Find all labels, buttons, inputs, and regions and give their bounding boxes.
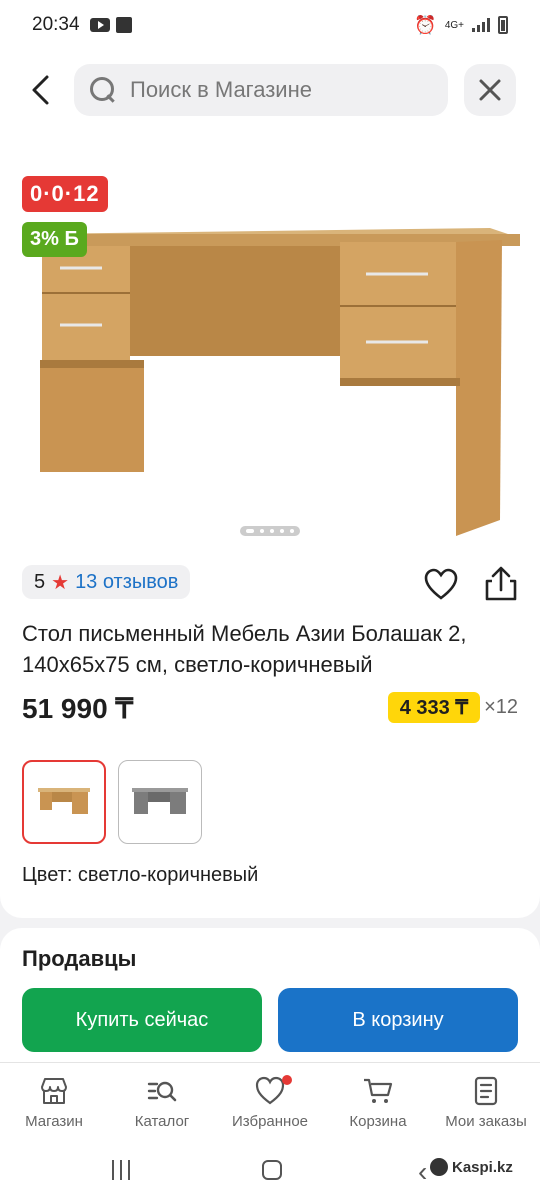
search-bar[interactable] bbox=[74, 64, 448, 116]
gallery-notification-icon bbox=[115, 17, 132, 33]
clear-search-button[interactable] bbox=[464, 64, 516, 116]
network-type: 4G+ bbox=[444, 19, 464, 31]
catalog-search-icon bbox=[147, 1081, 177, 1102]
reviews-link[interactable]: 13 отзывов bbox=[75, 571, 178, 594]
pagination-dot bbox=[280, 529, 284, 533]
star-icon: ★ bbox=[51, 571, 70, 594]
top-bar bbox=[0, 50, 540, 130]
sellers-title: Продавцы bbox=[22, 946, 137, 971]
battery-icon bbox=[498, 16, 508, 34]
alarm-icon: ⏰ bbox=[414, 14, 437, 35]
product-image-desk[interactable] bbox=[0, 160, 540, 550]
orders-icon bbox=[474, 1076, 498, 1106]
favorite-heart-icon[interactable] bbox=[424, 568, 458, 602]
share-icon[interactable] bbox=[484, 566, 518, 602]
pagination-dot bbox=[246, 529, 254, 533]
signal-icon bbox=[472, 18, 490, 32]
rating-chip[interactable]: 5 ★ 13 отзывов bbox=[22, 565, 191, 599]
nav-item-store[interactable]: Магазин bbox=[0, 1063, 108, 1142]
recent-bar bbox=[112, 1160, 114, 1180]
desk-thumbnail-grey bbox=[132, 788, 188, 814]
selected-color-label: Цвет: светло-коричневый bbox=[22, 864, 259, 886]
cart-icon bbox=[364, 1078, 393, 1103]
installment-price: 4 333 ₸ bbox=[387, 692, 481, 723]
rating-value: 5 bbox=[34, 570, 46, 593]
installment-months: ×12 bbox=[484, 696, 518, 718]
youtube-notification-icon bbox=[89, 18, 110, 32]
close-icon bbox=[479, 79, 501, 101]
nav-item-orders[interactable]: Мои заказы bbox=[432, 1063, 540, 1142]
status-system-icons: ⏰ 4G+ bbox=[414, 15, 508, 36]
pagination-dot bbox=[260, 529, 264, 533]
chevron-left-icon bbox=[32, 75, 49, 105]
bonus-badge: 3% Б bbox=[22, 222, 87, 257]
store-icon bbox=[41, 1078, 67, 1104]
home-button[interactable] bbox=[262, 1160, 282, 1180]
image-pagination[interactable] bbox=[240, 526, 300, 536]
nav-label-store: Магазин bbox=[25, 1113, 83, 1130]
kaspi-logo-icon bbox=[430, 1158, 448, 1176]
favorites-notification-dot bbox=[282, 1075, 292, 1085]
nav-item-cart[interactable]: Корзина bbox=[324, 1063, 432, 1142]
pagination-dot bbox=[270, 529, 274, 533]
status-notification-icons bbox=[89, 17, 132, 33]
nav-item-catalog[interactable]: Каталог bbox=[108, 1063, 216, 1142]
timer-badge: 0·0·12 bbox=[22, 176, 108, 212]
system-back-button[interactable]: ‹ bbox=[418, 1156, 427, 1188]
nav-label-orders: Мои заказы bbox=[445, 1113, 527, 1130]
kaspi-watermark: Kaspi.kz bbox=[430, 1158, 513, 1176]
recent-bar bbox=[120, 1160, 122, 1180]
bottom-navigation: Магазин Каталог Избранное Корзина Мои за… bbox=[0, 1062, 540, 1142]
add-to-cart-button[interactable]: В корзину bbox=[278, 988, 518, 1052]
nav-item-favorites[interactable]: Избранное bbox=[216, 1063, 324, 1142]
pagination-dot bbox=[290, 529, 294, 533]
nav-label-catalog: Каталог bbox=[134, 1113, 190, 1130]
buy-now-button[interactable]: Купить сейчас bbox=[22, 988, 262, 1052]
sellers-section: Продавцы Купить сейчас В корзину bbox=[0, 928, 540, 1062]
nav-label-cart: Корзина bbox=[349, 1113, 407, 1130]
search-input[interactable] bbox=[130, 77, 420, 103]
watermark-text: Kaspi.kz bbox=[452, 1158, 513, 1176]
color-variant-grey[interactable] bbox=[118, 760, 202, 844]
desk-thumbnail-light bbox=[38, 788, 90, 814]
status-time: 20:34 bbox=[32, 14, 80, 35]
recent-apps-button[interactable] bbox=[112, 1160, 130, 1180]
back-button[interactable] bbox=[20, 70, 60, 110]
status-bar: 20:34 ⏰ 4G+ bbox=[0, 0, 540, 50]
product-price: 51 990 ₸ bbox=[22, 693, 134, 724]
recent-bar bbox=[128, 1160, 130, 1180]
search-icon bbox=[90, 77, 116, 103]
color-variant-light-brown[interactable] bbox=[22, 760, 106, 844]
installment-info[interactable]: 4 333 ₸ ×12 bbox=[387, 692, 518, 723]
nav-label-favorites: Избранное bbox=[231, 1113, 309, 1130]
product-title: Стол письменный Мебель Азии Болашак 2, 1… bbox=[22, 621, 467, 677]
system-navigation-bar: ‹ Kaspi.kz bbox=[0, 1142, 540, 1200]
